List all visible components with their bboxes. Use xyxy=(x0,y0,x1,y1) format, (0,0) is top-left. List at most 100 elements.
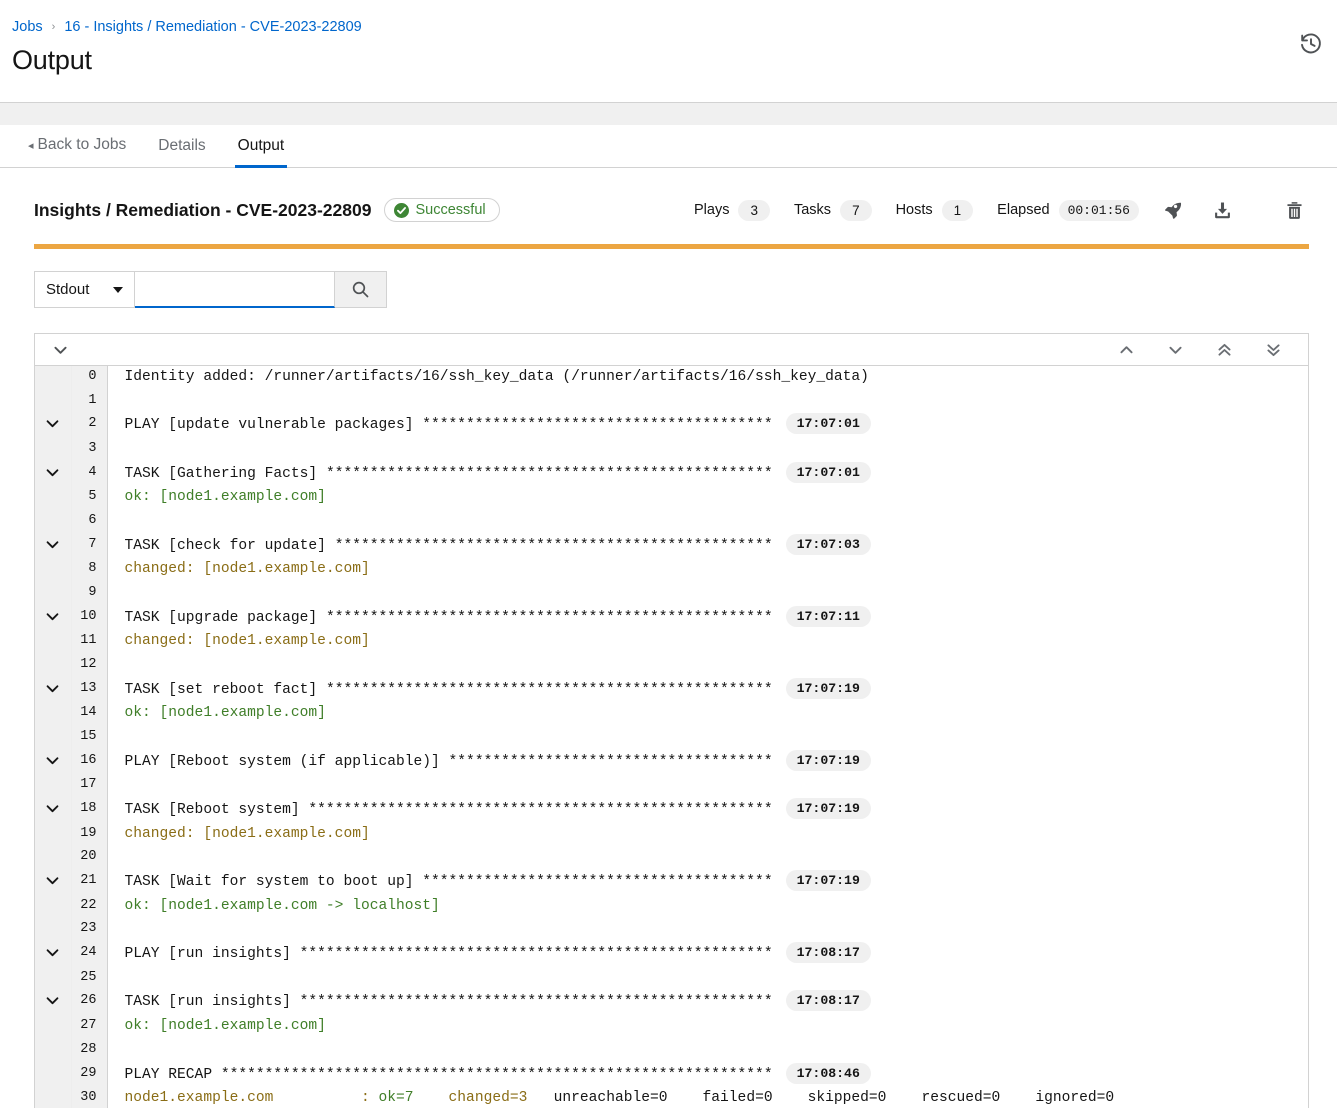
tab-output-label: Output xyxy=(237,137,285,154)
tab-bar: ◂ Back to Jobs Details Output xyxy=(0,125,1337,168)
breadcrumb-item-job[interactable]: 16 - Insights / Remediation - CVE-2023-2… xyxy=(64,18,361,36)
stat-plays: Plays 3 xyxy=(694,199,770,221)
line-content xyxy=(107,654,1308,678)
relaunch-icon[interactable] xyxy=(1158,195,1188,225)
log-line: 2 PLAY [update vulnerable packages] *****… xyxy=(35,413,1308,439)
output-panel: Insights / Remediation - CVE-2023-22809 … xyxy=(0,168,1337,1108)
line-content xyxy=(107,967,1308,991)
tab-output[interactable]: Output xyxy=(222,125,301,168)
log-line: 4 TASK [Gathering Facts] ****************… xyxy=(35,461,1308,487)
line-segment: changed: [node1.example.com] xyxy=(124,825,370,842)
line-collapse-toggle[interactable] xyxy=(35,798,72,823)
download-icon[interactable] xyxy=(1207,195,1237,225)
line-segment: ****************************************… xyxy=(299,946,773,963)
stat-hosts: Hosts 1 xyxy=(896,199,974,221)
line-content: TASK [Reboot system] *******************… xyxy=(107,798,1308,823)
line-collapse-toggle[interactable] xyxy=(35,461,72,487)
log-output[interactable]: 0 Identity added: /runner/artifacts/16/ss… xyxy=(35,366,1308,1108)
line-number: 20 xyxy=(71,846,108,871)
chevron-down-icon[interactable] xyxy=(1160,336,1190,364)
page-title: Output xyxy=(12,45,92,75)
line-collapse-toggle[interactable] xyxy=(35,749,72,775)
line-segment: node1.example.com : xyxy=(124,1090,379,1107)
line-timestamp: 17:07:19 xyxy=(785,749,871,771)
line-timestamp: 17:07:01 xyxy=(785,461,871,483)
log-line: 26 TASK [run insights] ******************… xyxy=(35,990,1308,1016)
line-number: 6 xyxy=(71,510,108,534)
line-gutter-spacer xyxy=(35,726,72,750)
line-number: 27 xyxy=(71,1015,108,1039)
stat-elapsed: Elapsed 00:01:56 xyxy=(997,199,1139,221)
line-gutter-spacer xyxy=(35,1087,72,1108)
tab-details[interactable]: Details xyxy=(142,125,221,167)
log-line: 27 ok: [node1.example.com] xyxy=(35,1015,1308,1039)
line-collapse-toggle[interactable] xyxy=(35,677,72,703)
line-content: PLAY [Reboot system (if applicable)] ***… xyxy=(107,749,1308,775)
line-number: 9 xyxy=(71,582,108,606)
chevron-down-icon xyxy=(46,534,59,557)
line-gutter-spacer xyxy=(35,1038,72,1063)
double-chevron-up-icon[interactable] xyxy=(1209,336,1239,364)
line-number: 15 xyxy=(71,726,108,750)
search-button[interactable] xyxy=(335,271,387,308)
expand-all-chevron-down-icon[interactable] xyxy=(45,336,75,364)
line-gutter-spacer xyxy=(35,1015,72,1039)
line-segment: TASK [Wait for system to boot up] xyxy=(124,874,423,891)
stdout-select[interactable]: Stdout xyxy=(34,271,135,308)
line-segment: TASK [set reboot fact] xyxy=(124,681,326,698)
line-number: 4 xyxy=(71,461,108,487)
job-name: Insights / Remediation - CVE-2023-22809 xyxy=(34,199,372,220)
line-number: 3 xyxy=(71,438,108,462)
log-line: 30 node1.example.com : ok=7 changed=3 unr… xyxy=(35,1087,1308,1108)
line-content: TASK [run insights] ********************… xyxy=(107,990,1308,1015)
line-collapse-toggle[interactable] xyxy=(35,990,72,1016)
line-collapse-toggle[interactable] xyxy=(35,870,72,895)
log-line: 24 PLAY [run insights] ******************… xyxy=(35,942,1308,967)
line-segment: changed=3 xyxy=(448,1090,528,1107)
double-chevron-down-icon[interactable] xyxy=(1258,336,1288,364)
line-segment: ****************************************… xyxy=(334,537,773,554)
line-content xyxy=(107,438,1308,462)
header-spacer xyxy=(0,103,1337,125)
line-content: TASK [Wait for system to boot up] ******… xyxy=(107,870,1308,895)
line-content xyxy=(107,918,1308,942)
line-segment xyxy=(414,1090,449,1106)
line-collapse-toggle[interactable] xyxy=(35,413,72,439)
log-line: 13 TASK [set reboot fact] ***************… xyxy=(35,677,1308,703)
line-segment: ok: [node1.example.com -> localhost] xyxy=(124,897,440,914)
line-segment: PLAY RECAP xyxy=(124,1066,221,1083)
line-segment: TASK [Gathering Facts] xyxy=(124,465,326,482)
line-content: TASK [Gathering Facts] *****************… xyxy=(107,461,1308,487)
chevron-down-icon xyxy=(46,942,59,965)
line-content xyxy=(107,846,1308,870)
stat-elapsed-value: 00:01:56 xyxy=(1058,199,1139,221)
tab-back-to-jobs-label: Back to Jobs xyxy=(37,136,127,153)
line-gutter-spacer xyxy=(35,486,72,511)
breadcrumb: Jobs › 16 - Insights / Remediation - CVE… xyxy=(12,18,1317,36)
search-toolbar: Stdout xyxy=(34,271,1317,308)
log-line: 25 xyxy=(35,966,1308,991)
line-content: TASK [upgrade package] *****************… xyxy=(107,605,1308,631)
tab-back-to-jobs[interactable]: ◂ Back to Jobs xyxy=(12,124,142,167)
line-segment: PLAY [update vulnerable packages] xyxy=(124,417,423,434)
stat-plays-value: 3 xyxy=(738,199,770,221)
breadcrumb-item-jobs[interactable]: Jobs xyxy=(12,18,43,36)
line-gutter-spacer xyxy=(35,630,72,655)
stat-hosts-value: 1 xyxy=(941,199,974,221)
line-timestamp: 17:07:19 xyxy=(785,677,871,699)
line-collapse-toggle[interactable] xyxy=(35,605,72,631)
output-toolbar xyxy=(35,334,1308,366)
line-collapse-toggle[interactable] xyxy=(35,942,72,967)
chevron-up-icon[interactable] xyxy=(1111,336,1141,364)
delete-icon[interactable] xyxy=(1279,195,1309,225)
line-content: node1.example.com : ok=7 changed=3 unrea… xyxy=(107,1087,1308,1108)
log-line: 8 changed: [node1.example.com] xyxy=(35,558,1308,583)
line-collapse-toggle[interactable] xyxy=(35,533,72,559)
log-line: 1 xyxy=(35,389,1308,414)
search-input[interactable] xyxy=(135,271,335,308)
line-number: 23 xyxy=(71,918,108,943)
history-icon[interactable] xyxy=(1299,32,1323,56)
line-timestamp: 17:07:19 xyxy=(785,798,871,820)
line-gutter-spacer xyxy=(35,366,72,390)
line-number: 30 xyxy=(71,1087,108,1108)
